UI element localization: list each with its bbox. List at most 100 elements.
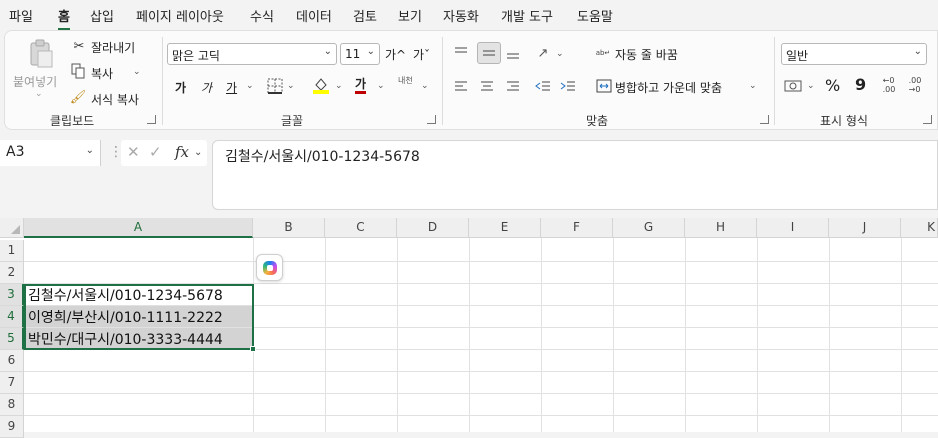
enter-icon[interactable]: ✓ — [149, 143, 162, 161]
number-format-value: 일반 — [786, 49, 809, 63]
align-right-icon[interactable] — [503, 77, 523, 97]
cell-a3[interactable]: 김철수/서울시/010-1234-5678 — [25, 284, 253, 305]
border-dropdown-icon[interactable]: ⌄ — [287, 81, 295, 91]
tab-home[interactable]: 홈 — [58, 6, 70, 30]
row-header[interactable]: 7 — [0, 372, 24, 394]
bold-button[interactable]: 가 — [175, 79, 186, 96]
chevron-down-icon: ⌄ — [913, 46, 922, 57]
row-header[interactable]: 1 — [0, 240, 24, 262]
tab-view[interactable]: 보기 — [398, 6, 422, 25]
row-header[interactable]: 9 — [0, 416, 24, 438]
column-header[interactable]: A — [24, 218, 253, 238]
copy-dropdown-icon[interactable]: ⌄ — [133, 67, 141, 77]
font-color-dropdown-icon[interactable]: ⌄ — [377, 81, 385, 91]
column-header[interactable]: J — [829, 218, 901, 238]
cut-button[interactable]: 잘라내기 — [91, 39, 135, 56]
gridline — [24, 415, 938, 416]
tab-insert[interactable]: 삽입 — [90, 6, 114, 25]
tab-file[interactable]: 파일 — [9, 6, 33, 25]
column-header[interactable]: I — [757, 218, 829, 238]
gridline — [469, 238, 470, 432]
tab-help[interactable]: 도움말 — [577, 6, 613, 25]
fill-color-icon[interactable] — [311, 75, 331, 95]
align-bottom-icon[interactable] — [503, 43, 523, 63]
copilot-icon[interactable] — [256, 254, 283, 281]
accounting-dropdown-icon[interactable]: ⌄ — [807, 81, 815, 91]
tab-data[interactable]: 데이터 — [296, 6, 332, 25]
column-header[interactable]: D — [397, 218, 469, 238]
grow-font-button[interactable]: 가^ — [385, 46, 406, 63]
underline-button[interactable]: 가 — [226, 79, 237, 96]
row-header[interactable]: 6 — [0, 350, 24, 372]
underline-dropdown-icon[interactable]: ⌄ — [246, 81, 254, 91]
chevron-down-icon[interactable]: ⌄ — [194, 147, 202, 158]
paste-dropdown-icon[interactable]: ⌄ — [35, 89, 43, 99]
row-header[interactable]: 8 — [0, 394, 24, 416]
clipboard-launcher-icon[interactable] — [147, 115, 156, 124]
copy-button[interactable]: 복사 — [91, 65, 113, 82]
comma-button[interactable]: 9 — [855, 75, 866, 94]
phonetic-dropdown-icon[interactable]: ⌄ — [421, 81, 429, 91]
orientation-dropdown-icon[interactable]: ⌄ — [556, 49, 564, 59]
align-left-icon[interactable] — [451, 77, 471, 97]
column-header[interactable]: K — [901, 218, 938, 238]
shrink-font-button[interactable]: 가ˇ — [413, 46, 430, 63]
italic-button[interactable]: 가 — [201, 79, 212, 96]
row-header[interactable]: 4 — [0, 306, 24, 328]
worksheet-grid: A B C D E F G H I J K 1 2 3 4 5 6 7 8 9 … — [0, 218, 938, 438]
font-name-select[interactable]: 맑은 고딕 ⌄ — [167, 43, 337, 65]
tab-page-layout[interactable]: 페이지 레이아웃 — [136, 6, 224, 25]
merge-center-button[interactable]: 병합하고 가운데 맞춤 — [615, 79, 722, 96]
number-format-select[interactable]: 일반 ⌄ — [781, 43, 927, 65]
align-top-icon[interactable] — [451, 43, 471, 63]
alignment-launcher-icon[interactable] — [760, 115, 769, 124]
fill-color-dropdown-icon[interactable]: ⌄ — [335, 81, 343, 91]
align-center-icon[interactable] — [477, 77, 497, 97]
wrap-text-button[interactable]: 자동 줄 바꿈 — [615, 46, 678, 63]
align-middle-icon[interactable] — [477, 42, 501, 64]
cancel-icon[interactable]: ✕ — [127, 143, 140, 161]
percent-button[interactable]: % — [825, 76, 840, 95]
font-size-select[interactable]: 11 ⌄ — [340, 43, 380, 65]
font-color-button[interactable]: 가 — [355, 77, 367, 94]
decrease-decimal-icon[interactable]: .00 →0 — [905, 75, 925, 95]
gridline — [397, 238, 398, 432]
row-header[interactable]: 3 — [0, 284, 24, 306]
tab-automate[interactable]: 자동화 — [443, 6, 479, 25]
column-header[interactable]: E — [469, 218, 541, 238]
chevron-down-icon: ⌄ — [85, 145, 94, 156]
border-icon[interactable] — [265, 76, 285, 96]
format-painter-button[interactable]: 서식 복사 — [91, 91, 139, 108]
gridline — [24, 393, 938, 394]
row-header[interactable]: 2 — [0, 262, 24, 284]
fill-handle[interactable] — [250, 346, 256, 352]
chevron-down-icon: ⌄ — [323, 46, 332, 57]
paste-icon[interactable] — [25, 39, 55, 69]
insert-function-button[interactable]: fx — [175, 143, 189, 161]
decrease-indent-icon[interactable] — [533, 77, 553, 97]
number-launcher-icon[interactable] — [923, 115, 932, 124]
phonetic-button[interactable]: 내천 — [398, 75, 413, 86]
paste-button[interactable]: 붙여넣기 — [13, 73, 57, 90]
increase-indent-icon[interactable] — [558, 77, 578, 97]
row-header[interactable]: 5 — [0, 328, 24, 350]
accounting-format-icon[interactable] — [783, 77, 805, 95]
column-header[interactable]: C — [325, 218, 397, 238]
orientation-icon[interactable]: ↗ — [533, 43, 553, 63]
name-box[interactable]: A3 ⌄ — [0, 140, 101, 166]
column-header[interactable]: G — [613, 218, 685, 238]
tab-developer[interactable]: 개발 도구 — [501, 6, 553, 25]
merge-dropdown-icon[interactable]: ⌄ — [749, 81, 757, 91]
cell-a4[interactable]: 이영희/부산시/010-1111-2222 — [25, 306, 253, 327]
tab-formulas[interactable]: 수식 — [250, 6, 274, 25]
formula-input[interactable]: 김철수/서울시/010-1234-5678 — [212, 140, 938, 210]
cell-a5[interactable]: 박민수/대구시/010-3333-4444 — [25, 328, 253, 349]
wrap-text-icon: ab↵ — [595, 49, 611, 57]
font-launcher-icon[interactable] — [427, 115, 436, 124]
tab-review[interactable]: 검토 — [353, 6, 377, 25]
column-header[interactable]: F — [541, 218, 613, 238]
column-header[interactable]: B — [253, 218, 325, 238]
select-all-button[interactable] — [0, 218, 24, 238]
increase-decimal-icon[interactable]: ←0.00 — [879, 75, 899, 95]
column-header[interactable]: H — [685, 218, 757, 238]
